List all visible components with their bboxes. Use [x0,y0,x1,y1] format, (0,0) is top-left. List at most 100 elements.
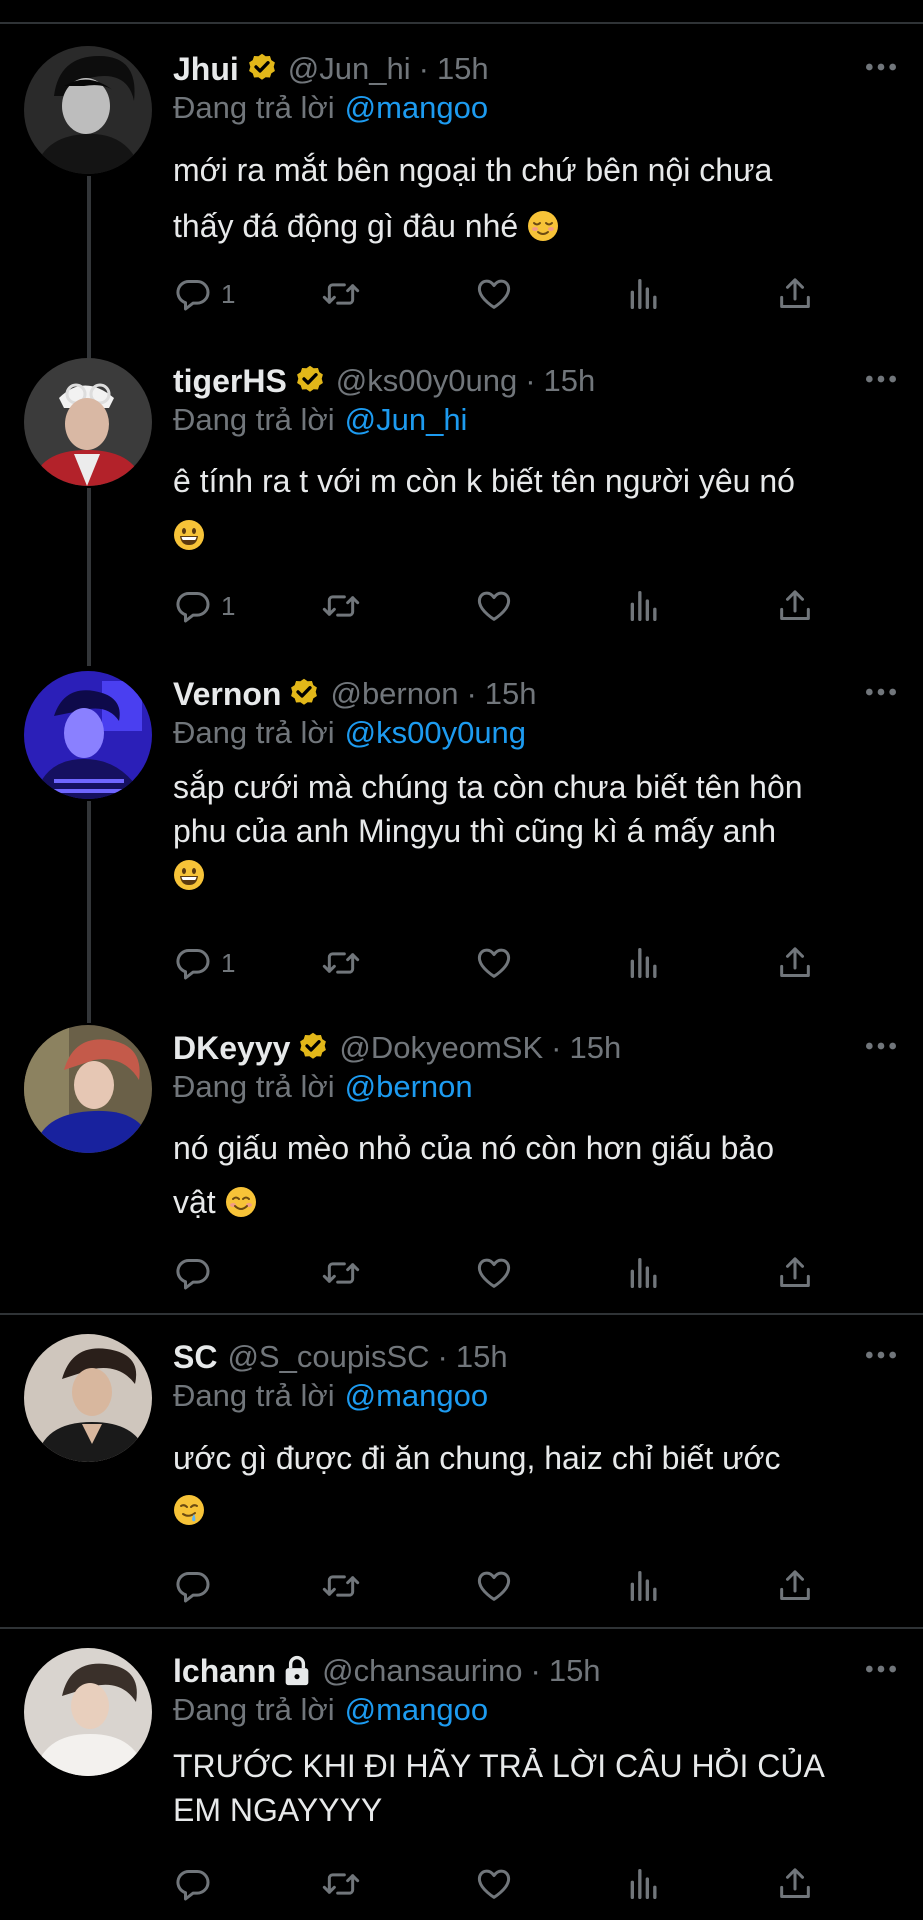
tweet-text-line: EM NGAYYYY [173,1792,383,1828]
retweet-button[interactable] [321,941,361,985]
display-name[interactable]: lchann [173,1653,276,1690]
reply-button[interactable]: 1 [173,941,235,985]
retweet-button[interactable] [321,272,361,316]
avatar[interactable] [24,1025,152,1153]
more-options-icon[interactable] [861,1652,901,1686]
username[interactable]: @ks00y0ung [336,363,517,399]
reply-icon [173,1864,213,1904]
more-options-icon[interactable] [861,50,901,84]
views-icon [624,943,664,983]
share-button[interactable] [775,1862,815,1906]
username[interactable]: @DokyeomSK [339,1030,543,1066]
retweet-icon [321,586,361,626]
reply-mention[interactable]: @bernon [345,1069,473,1104]
timestamp[interactable]: 15h [570,1030,622,1066]
reply-mention[interactable]: @mangoo [345,1378,489,1413]
tweet-text-line: nó giấu mèo nhỏ của nó còn hơn giấu bảo [173,1130,774,1166]
timestamp[interactable]: 15h [456,1339,508,1375]
tweet-header: DKeyyy @DokyeomSK · 15h [173,1029,622,1067]
retweet-icon [321,274,361,314]
verified-badge-icon[interactable] [292,363,328,399]
views-button[interactable] [624,1564,664,1608]
retweet-button[interactable] [321,1564,361,1608]
share-button[interactable] [775,272,815,316]
retweet-button[interactable] [321,584,361,628]
username[interactable]: @S_coupisSC [227,1339,429,1375]
reply-icon [173,586,213,626]
timestamp[interactable]: 15h [544,363,596,399]
more-options-icon[interactable] [861,675,901,709]
timestamp[interactable]: 15h [485,676,537,712]
like-button[interactable] [474,272,514,316]
reply-mention[interactable]: @Jun_hi [345,402,468,437]
verified-badge-icon[interactable] [295,1030,331,1066]
share-icon [775,943,815,983]
retweet-button[interactable] [321,1862,361,1906]
top-divider [0,22,923,24]
avatar[interactable] [24,358,152,486]
share-button[interactable] [775,941,815,985]
replying-to: Đang trả lời @Jun_hi [173,402,467,438]
avatar[interactable] [24,46,152,174]
like-button[interactable] [474,941,514,985]
tweet-text: ước gì được đi ăn chung, haiz chỉ biết ư… [173,1432,893,1536]
reply-mention[interactable]: @ks00y0ung [345,715,526,750]
display-name[interactable]: Jhui [173,51,239,88]
grinning-face-emoji [173,859,205,891]
avatar[interactable] [24,1334,152,1462]
tweet-actions: 1 [173,941,823,985]
more-options-icon[interactable] [861,1338,901,1372]
display-name[interactable]: DKeyyy [173,1030,290,1067]
avatar[interactable] [24,1648,152,1776]
reply-button[interactable] [173,1564,221,1608]
views-button[interactable] [624,1862,664,1906]
replying-label: Đang trả lời [173,402,335,437]
tweet-text-line: vật [173,1184,216,1220]
smiling-face-emoji [225,1186,257,1218]
timestamp[interactable]: 15h [549,1653,601,1689]
display-name[interactable]: Vernon [173,676,281,713]
like-button[interactable] [474,1862,514,1906]
heart-icon [474,586,514,626]
reply-icon [173,1566,213,1606]
verified-badge-icon[interactable] [244,51,280,87]
display-name[interactable]: tigerHS [173,363,287,400]
tweet-text-line: phu của anh Mingyu thì cũng kì á mấy anh [173,813,777,849]
tweet-header: Vernon @bernon · 15h [173,675,537,713]
display-name[interactable]: SC [173,1339,217,1376]
share-button[interactable] [775,1251,815,1295]
share-button[interactable] [775,1564,815,1608]
reply-button[interactable]: 1 [173,584,235,628]
reply-mention[interactable]: @mangoo [345,90,489,125]
views-button[interactable] [624,941,664,985]
more-options-icon[interactable] [861,1029,901,1063]
views-button[interactable] [624,272,664,316]
like-button[interactable] [474,1564,514,1608]
reply-icon [173,943,213,983]
retweet-button[interactable] [321,1251,361,1295]
username[interactable]: @Jun_hi [288,51,411,87]
like-button[interactable] [474,584,514,628]
share-button[interactable] [775,584,815,628]
reply-button[interactable]: 1 [173,272,235,316]
replying-to: Đang trả lời @mangoo [173,1692,488,1728]
reply-button[interactable] [173,1251,221,1295]
share-icon [775,1566,815,1606]
username[interactable]: @chansaurino [322,1653,522,1689]
like-button[interactable] [474,1251,514,1295]
reply-mention[interactable]: @mangoo [345,1692,489,1727]
tweet-text: nó giấu mèo nhỏ của nó còn hơn giấu bảo … [173,1121,893,1229]
views-button[interactable] [624,1251,664,1295]
verified-badge-icon[interactable] [286,676,322,712]
tweet-text: TRƯỚC KHI ĐI HÃY TRẢ LỜI CÂU HỎI CỦA EM … [173,1744,893,1832]
avatar[interactable] [24,671,152,799]
replying-label: Đang trả lời [173,1069,335,1104]
reply-button[interactable] [173,1862,221,1906]
more-options-icon[interactable] [861,362,901,396]
views-button[interactable] [624,584,664,628]
username[interactable]: @bernon [330,676,458,712]
tweet-text: sắp cưới mà chúng ta còn chưa biết tên h… [173,765,893,897]
drooling-face-emoji [173,1494,205,1526]
timestamp[interactable]: 15h [437,51,489,87]
replying-label: Đang trả lời [173,1378,335,1413]
